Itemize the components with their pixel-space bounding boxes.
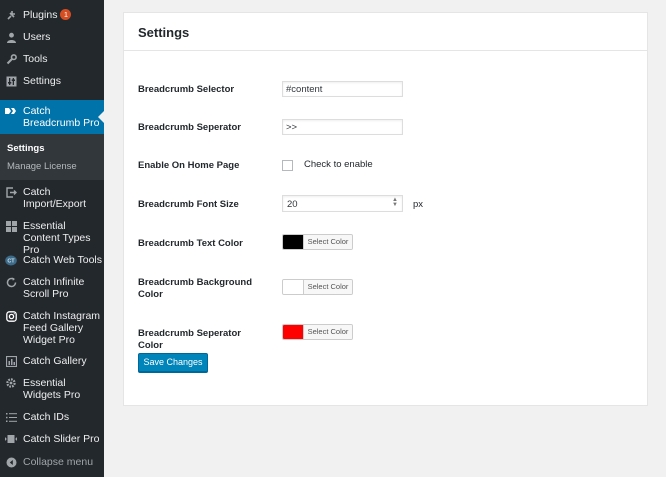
enable-home-label: Enable On Home Page — [138, 160, 240, 171]
background-color-picker-button[interactable]: Select Color — [282, 279, 353, 295]
stepper-arrows-icon[interactable]: ▲ ▼ — [392, 197, 398, 208]
sidebar-item-label: Catch Infinite Scroll Pro — [23, 276, 85, 300]
instagram-icon — [5, 310, 17, 322]
sidebar-item-label: Essential Content Types Pro — [23, 220, 91, 256]
sidebar-item-catch-ids[interactable]: Catch IDs — [0, 411, 104, 425]
select-color-label: Select Color — [303, 235, 352, 249]
submenu-item-manage-license[interactable]: Manage License — [7, 161, 77, 172]
settings-card: Settings Breadcrumb Selector Breadcrumb … — [123, 12, 648, 406]
user-icon — [5, 31, 17, 43]
sidebar-item-users[interactable]: Users — [0, 31, 104, 45]
text-color-picker-button[interactable]: Select Color — [282, 234, 353, 250]
sidebar-item-settings[interactable]: Settings — [0, 75, 104, 89]
sidebar-item-label: Catch Instagram Feed Gallery Widget Pro — [23, 310, 101, 346]
submenu-item-settings[interactable]: Settings — [7, 143, 44, 154]
sidebar-item-essential-content-types-pro[interactable]: Essential Content Types Pro — [0, 220, 104, 256]
breadcrumb-selector-label: Breadcrumb Selector — [138, 84, 235, 95]
background-color-swatch — [283, 280, 303, 294]
refresh-icon — [5, 276, 17, 288]
breadcrumb-separator-label: Breadcrumb Seperator — [138, 122, 241, 133]
svg-text:CT: CT — [7, 258, 15, 264]
sidebar-item-label: Catch Breadcrumb Pro — [23, 105, 100, 129]
sidebar-item-catch-web-tools[interactable]: CT Catch Web Tools — [0, 254, 104, 268]
plug-icon — [5, 9, 17, 21]
admin-sidebar: Plugins 1 Users Tools Settings Catch Brea… — [0, 0, 105, 477]
enable-home-checkbox[interactable] — [282, 160, 293, 171]
sidebar-item-label: Plugins — [23, 9, 58, 21]
sidebar-item-label: Essential Widgets Pro — [23, 377, 81, 401]
text-color-swatch — [283, 235, 303, 249]
breadcrumb-icon — [5, 106, 17, 120]
update-count-badge: 1 — [60, 9, 72, 20]
sidebar-item-label: Catch Web Tools — [23, 254, 102, 266]
sidebar-item-catch-gallery[interactable]: Catch Gallery — [0, 355, 104, 369]
enable-home-checkbox-label[interactable]: Check to enable — [304, 159, 373, 170]
sidebar-item-catch-infinite-scroll-pro[interactable]: Catch Infinite Scroll Pro — [0, 276, 104, 302]
settings-sliders-icon — [5, 75, 17, 87]
sidebar-item-label: Tools — [23, 53, 48, 65]
sidebar-item-catch-import-export[interactable]: Catch Import/Export — [0, 186, 104, 212]
breadcrumb-separator-input[interactable] — [282, 119, 403, 135]
select-color-label: Select Color — [303, 280, 352, 294]
sidebar-item-label: Collapse menu — [23, 456, 94, 468]
list-icon — [5, 411, 17, 423]
font-size-value: 20 — [287, 199, 298, 210]
font-size-label: Breadcrumb Font Size — [138, 199, 239, 210]
sidebar-item-label: Users — [23, 31, 51, 43]
import-export-icon — [5, 186, 17, 198]
separator-color-picker-button[interactable]: Select Color — [282, 324, 353, 340]
sidebar-item-catch-breadcrumb-pro[interactable]: Catch Breadcrumb Pro — [0, 100, 105, 134]
current-menu-arrow — [98, 110, 105, 124]
ct-logo-icon: CT — [5, 254, 17, 266]
gear-icon — [5, 377, 17, 389]
sidebar-item-tools[interactable]: Tools — [0, 53, 104, 67]
sidebar-item-label: Catch IDs — [23, 411, 70, 423]
save-changes-button[interactable]: Save Changes — [138, 353, 208, 372]
sidebar-item-catch-instagram-feed-gallery-widget-pro[interactable]: Catch Instagram Feed Gallery Widget Pro — [0, 310, 104, 348]
sidebar-item-label: Catch Gallery — [23, 355, 87, 367]
collapse-icon — [5, 456, 17, 468]
font-size-input[interactable]: 20 ▲ ▼ — [282, 195, 403, 212]
card-header: Settings — [124, 13, 647, 51]
breadcrumb-selector-input[interactable] — [282, 81, 403, 97]
slider-icon — [5, 433, 17, 445]
gallery-icon — [5, 355, 17, 367]
sidebar-item-label: Catch Slider Pro — [23, 433, 100, 445]
submenu: Settings Manage License — [0, 134, 104, 180]
select-color-label: Select Color — [303, 325, 352, 339]
sidebar-item-label: Catch Import/Export — [23, 186, 87, 210]
sidebar-item-plugins[interactable]: Plugins 1 — [0, 9, 104, 23]
wrench-icon — [5, 53, 17, 65]
separator-color-label: Breadcrumb Seperator Color — [138, 328, 241, 351]
separator-color-swatch — [283, 325, 303, 339]
collapse-menu-button[interactable]: Collapse menu — [0, 456, 104, 470]
sidebar-item-catch-slider-pro[interactable]: Catch Slider Pro — [0, 433, 104, 447]
grid-icon — [5, 220, 17, 232]
background-color-label: Breadcrumb Background Color — [138, 277, 253, 300]
text-color-label: Breadcrumb Text Color — [138, 238, 243, 249]
page-title: Settings — [138, 25, 190, 40]
sidebar-item-essential-widgets-pro[interactable]: Essential Widgets Pro — [0, 377, 104, 403]
sidebar-item-label: Settings — [23, 75, 61, 87]
font-size-unit: px — [413, 199, 424, 210]
